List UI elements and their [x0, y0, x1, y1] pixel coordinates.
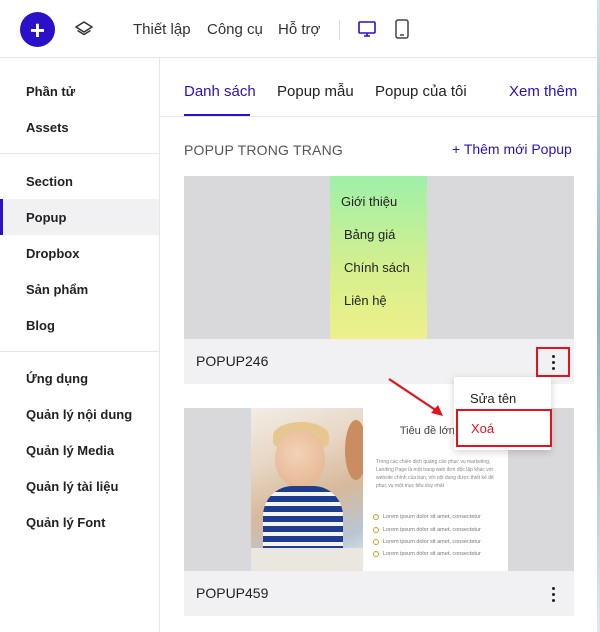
popup-card[interactable]: Giới thiệu Bảng giá Chính sách Liên hệ P…	[184, 176, 574, 384]
sidebar-item-blog[interactable]: Blog	[0, 307, 159, 343]
preview-list-item: Lorem ipsum dolor sit amet, consectetur	[373, 514, 481, 520]
rename-menu-item[interactable]: Sửa tên	[470, 391, 516, 406]
more-options-button[interactable]	[536, 347, 570, 377]
add-popup-button[interactable]: + Thêm mới Popup	[452, 141, 572, 157]
preview-menu-item: Giới thiệu	[341, 194, 398, 209]
sidebar-item-font-management[interactable]: Quản lý Font	[0, 504, 159, 540]
sidebar-item-document-management[interactable]: Quản lý tài liệu	[0, 468, 159, 504]
sidebar-item-assets[interactable]: Assets	[0, 109, 159, 145]
sidebar-item-section[interactable]: Section	[0, 163, 159, 199]
preview-list-item: Lorem ipsum dolor sit amet, consectetur	[373, 539, 481, 545]
tab-my-popups[interactable]: Popup của tôi	[375, 83, 467, 100]
preview-paragraph: Trong các chiến dịch quảng cáo phục vụ m…	[376, 459, 494, 489]
top-toolbar: + Thiết lập Công cụ Hỗ trợ	[0, 0, 600, 58]
sidebar-item-content-management[interactable]: Quản lý nội dung	[0, 396, 159, 432]
check-icon	[373, 539, 379, 545]
menu-support[interactable]: Hỗ trợ	[278, 21, 320, 38]
add-element-button[interactable]: +	[20, 12, 55, 47]
check-icon	[373, 514, 379, 520]
menu-tools[interactable]: Công cụ	[207, 21, 263, 38]
delete-menu-item[interactable]: Xoá	[456, 409, 552, 447]
more-options-button[interactable]	[536, 579, 570, 609]
sidebar: Phần tử Assets Section Popup Dropbox Sản…	[0, 58, 160, 632]
desktop-view-icon[interactable]	[357, 19, 377, 39]
sidebar-item-apps[interactable]: Ứng dụng	[0, 360, 159, 396]
sidebar-item-dropbox[interactable]: Dropbox	[0, 235, 159, 271]
sidebar-divider	[0, 351, 159, 352]
kebab-icon	[551, 585, 555, 603]
check-icon	[373, 551, 379, 557]
preview-menu-panel: Giới thiệu Bảng giá Chính sách Liên hệ	[330, 176, 427, 339]
preview-menu-item: Bảng giá	[344, 227, 396, 242]
layers-icon[interactable]	[74, 19, 94, 39]
popup-preview[interactable]: Giới thiệu Bảng giá Chính sách Liên hệ	[184, 176, 574, 339]
kebab-icon	[551, 353, 555, 371]
annotation-arrow-icon	[388, 378, 443, 416]
check-icon	[373, 527, 379, 533]
mobile-view-icon[interactable]	[394, 19, 410, 39]
sidebar-item-elements[interactable]: Phần tử	[0, 73, 159, 109]
toolbar-divider	[339, 20, 340, 40]
preview-menu-item: Liên hệ	[344, 293, 387, 308]
preview-list-item: Lorem ipsum dolor sit amet, consectetur	[373, 527, 481, 533]
see-more-link[interactable]: Xem thêm	[509, 83, 577, 100]
tabs-divider	[160, 116, 597, 117]
sidebar-item-products[interactable]: Sản phẩm	[0, 271, 159, 307]
menu-settings[interactable]: Thiết lập	[133, 21, 191, 38]
popup-name: POPUP459	[196, 585, 269, 601]
preview-menu-item: Chính sách	[344, 260, 410, 275]
context-menu: Sửa tên Xoá	[454, 377, 552, 450]
sidebar-item-media-management[interactable]: Quản lý Media	[0, 432, 159, 468]
preview-list-item: Lorem ipsum dolor sit amet, consectetur	[373, 551, 481, 557]
tab-list[interactable]: Danh sách	[184, 83, 256, 100]
section-title: POPUP TRONG TRANG	[184, 142, 343, 158]
tab-popup-templates[interactable]: Popup mẫu	[277, 83, 354, 100]
popup-name: POPUP246	[196, 353, 269, 369]
preview-photo	[251, 408, 363, 571]
sidebar-item-popup[interactable]: Popup	[0, 199, 159, 235]
sidebar-divider	[0, 153, 159, 154]
